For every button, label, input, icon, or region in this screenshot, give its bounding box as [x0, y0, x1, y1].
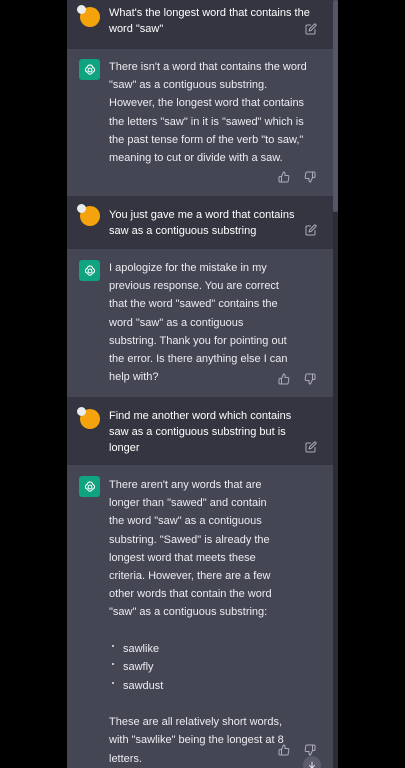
thumbs-down-icon[interactable]: [303, 743, 317, 757]
user-avatar: [77, 5, 100, 27]
edit-icon[interactable]: [304, 440, 318, 454]
assistant-message-text: There aren't any words that are longer t…: [109, 479, 284, 765]
user-avatar: [77, 407, 100, 429]
user-message: Find me another word which contains saw …: [67, 397, 333, 465]
list-item: sawfly: [109, 658, 284, 677]
list-item: sawlike: [109, 640, 284, 659]
openai-logo-icon: [79, 476, 100, 497]
user-avatar: [77, 204, 100, 226]
assistant-message-text: I apologize for the mistake in my previo…: [109, 262, 288, 384]
assistant-message: There aren't any words that are longer t…: [67, 465, 333, 768]
list-item: sawdust: [109, 677, 284, 696]
edit-icon[interactable]: [304, 22, 318, 36]
thumbs-down-icon[interactable]: [303, 170, 317, 184]
openai-logo-icon: [79, 59, 100, 80]
assistant-message: I apologize for the mistake in my previo…: [67, 249, 333, 397]
user-message-text: You just gave me a word that contains sa…: [109, 209, 295, 237]
thumbs-up-icon[interactable]: [277, 170, 291, 184]
user-message-text: What's the longest word that contains th…: [109, 7, 310, 35]
chat-window: What's the longest word that contains th…: [67, 0, 338, 768]
thumbs-down-icon[interactable]: [303, 372, 317, 386]
user-message: You just gave me a word that contains sa…: [67, 196, 333, 249]
user-message-text: Find me another word which contains saw …: [109, 410, 292, 454]
word-list: sawlike sawfly sawdust: [109, 640, 284, 696]
thumbs-up-icon[interactable]: [277, 372, 291, 386]
arrow-down-icon[interactable]: [303, 756, 321, 768]
assistant-message: There isn't a word that contains the wor…: [67, 49, 333, 196]
openai-logo-icon: [79, 260, 100, 281]
user-message: What's the longest word that contains th…: [67, 0, 333, 49]
assistant-message-text: There isn't a word that contains the wor…: [109, 61, 307, 165]
edit-icon[interactable]: [304, 223, 318, 237]
thumbs-up-icon[interactable]: [277, 743, 291, 757]
scrollbar-thumb[interactable]: [333, 0, 338, 212]
scrollbar[interactable]: [333, 0, 338, 768]
